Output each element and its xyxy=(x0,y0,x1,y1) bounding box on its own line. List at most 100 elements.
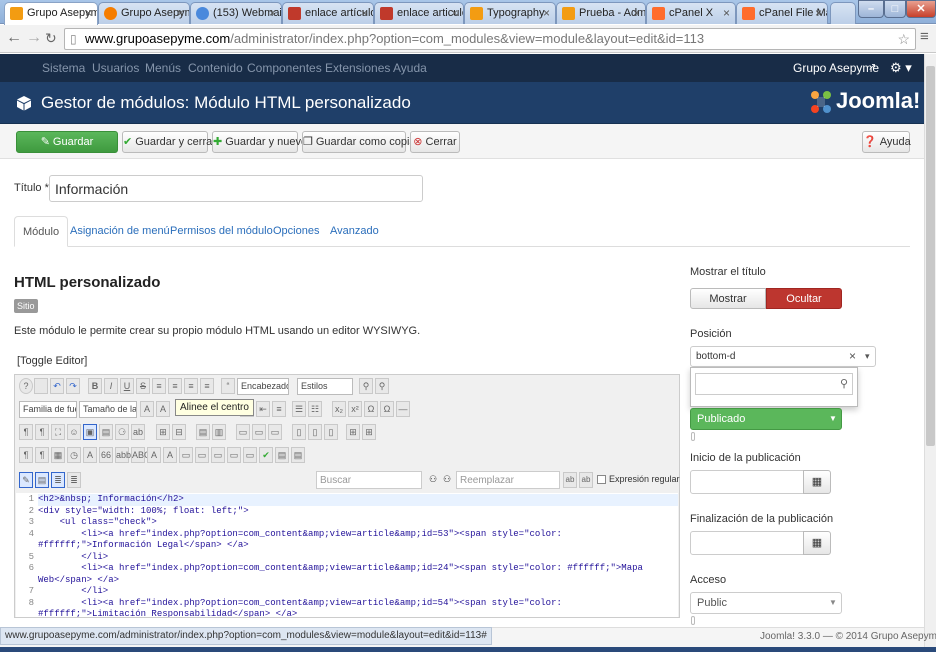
forward-arrow-icon[interactable]: → xyxy=(26,29,42,47)
tab-permisos[interactable]: Permisos del módulo xyxy=(162,216,281,247)
delete-row-icon[interactable]: ▭ xyxy=(268,424,282,440)
nav-ayuda[interactable]: Ayuda xyxy=(393,61,427,75)
unlink-icon[interactable]: ⚲ xyxy=(375,378,389,394)
browser-tab-8[interactable]: cPanel X × xyxy=(646,2,736,24)
undo-icon[interactable]: ↶ xyxy=(50,378,64,394)
align-justify-icon[interactable]: ≡ xyxy=(200,378,214,394)
close-icon[interactable]: × xyxy=(85,6,92,20)
row-after-icon[interactable]: ▭ xyxy=(252,424,266,440)
styles-select[interactable]: Estilos xyxy=(297,378,353,395)
del-icon[interactable]: A xyxy=(147,447,161,463)
italic-icon[interactable]: I xyxy=(104,378,118,394)
wrap-icon[interactable]: ≣ xyxy=(51,472,65,488)
access-select[interactable]: Public ▼ xyxy=(690,592,842,614)
ins-icon[interactable]: ABC xyxy=(131,447,151,463)
nav-componentes[interactable]: Componentes xyxy=(247,61,322,75)
outdent-icon[interactable]: ⇤ xyxy=(256,401,270,417)
font-family-select[interactable]: Familia de fuen xyxy=(19,401,77,418)
publish-start-input[interactable] xyxy=(690,470,804,494)
align-right-icon[interactable]: ≡ xyxy=(184,378,198,394)
gear-icon[interactable]: ⚙ ▾ xyxy=(890,60,912,76)
code-search-input[interactable]: Buscar xyxy=(316,471,422,489)
row-props-icon[interactable]: ▤ xyxy=(196,424,210,440)
link-icon[interactable]: ⚲ xyxy=(359,378,373,394)
search-binoculars-icon[interactable]: ⚇ xyxy=(426,472,440,488)
text-color-icon[interactable]: A xyxy=(140,401,154,417)
backward-layer-icon[interactable]: ▭ xyxy=(227,447,241,463)
bold-icon[interactable]: B xyxy=(88,378,102,394)
col-after-icon[interactable]: ▯ xyxy=(308,424,322,440)
toggle-editor-link[interactable]: [Toggle Editor] xyxy=(17,355,87,367)
forward-layer-icon[interactable]: ▭ xyxy=(211,447,225,463)
close-icon[interactable]: × xyxy=(177,6,184,20)
table-icon[interactable]: ⊞ xyxy=(156,424,170,440)
align-left-icon[interactable]: ≡ xyxy=(152,378,166,394)
help-button[interactable]: ❓ Ayuda xyxy=(862,131,911,153)
help-icon[interactable]: ? xyxy=(19,378,33,394)
browser-tab-9[interactable]: cPanel File Ma × xyxy=(736,2,828,24)
omega-icon[interactable]: Ω xyxy=(380,401,394,417)
visual-aid-icon[interactable]: ▭ xyxy=(179,447,193,463)
format-icon[interactable]: ≣ xyxy=(67,472,81,488)
maximize-button[interactable]: □ xyxy=(884,0,906,18)
superscript-icon[interactable]: x² xyxy=(348,401,362,417)
publish-end-input[interactable] xyxy=(690,531,804,555)
subscript-icon[interactable]: x₂ xyxy=(332,401,346,417)
save-new-button[interactable]: ✚ Guardar y nuevo xyxy=(212,131,307,153)
tab-avanzado[interactable]: Avanzado xyxy=(322,216,387,247)
blockquote-icon[interactable]: “ xyxy=(221,378,235,394)
split-cells-icon[interactable]: ⊞ xyxy=(362,424,376,440)
replace-all-icon[interactable]: ab xyxy=(579,472,593,488)
insert-date-icon[interactable]: ▦ xyxy=(51,447,65,463)
close-icon[interactable]: × xyxy=(723,6,730,20)
publish-end-calendar-button[interactable]: ▦ xyxy=(803,531,831,555)
layer-icon[interactable]: ▭ xyxy=(195,447,209,463)
bookmark-star-icon[interactable]: ☆ xyxy=(897,29,910,49)
code-view-icon[interactable]: ▤ xyxy=(35,472,49,488)
nav-extensiones[interactable]: Extensiones xyxy=(325,61,390,75)
position-search-input[interactable]: ⚲ xyxy=(695,373,853,395)
nonbreaking-icon[interactable]: ¶ xyxy=(19,447,33,463)
close-icon[interactable]: × xyxy=(269,6,276,20)
numbered-list-icon[interactable]: ☷ xyxy=(308,401,322,417)
close-button[interactable]: ⊗ Cerrar xyxy=(410,131,460,153)
nav-usuarios[interactable]: Usuarios xyxy=(92,61,139,75)
close-icon[interactable]: × xyxy=(451,6,458,20)
abbr-icon[interactable]: A xyxy=(83,447,97,463)
back-arrow-icon[interactable]: ← xyxy=(6,29,22,47)
insert-time-icon[interactable]: ◷ xyxy=(67,447,81,463)
nav-menus[interactable]: Menús xyxy=(145,61,181,75)
heading-select[interactable]: Encabezado 2 xyxy=(237,378,289,395)
bullet-list-icon[interactable]: ☰ xyxy=(292,401,306,417)
code-area[interactable]: 1 <h2>&nbsp; Información</h2> 2 <div sty… xyxy=(16,493,678,617)
menu-icon[interactable]: ≡ xyxy=(920,28,929,45)
font-size-select[interactable]: Tamaño de la f xyxy=(79,401,137,418)
window-close-button[interactable]: ✕ xyxy=(906,0,936,18)
cite-icon[interactable]: abbr xyxy=(115,447,134,463)
background-color-icon[interactable]: A xyxy=(156,401,170,417)
save-copy-button[interactable]: ❐ Guardar como copia xyxy=(302,131,416,153)
media-icon[interactable]: ▤ xyxy=(99,424,113,440)
strikethrough-icon[interactable]: S xyxy=(136,378,150,394)
acronym-icon[interactable]: 66 xyxy=(99,447,113,463)
browser-tab-4[interactable]: enlace artículo × xyxy=(282,2,374,24)
browser-tab-6[interactable]: Typography × xyxy=(464,2,556,24)
site-name-link[interactable]: Grupo Asepyme xyxy=(793,61,879,75)
minimize-button[interactable]: – xyxy=(858,0,884,18)
browser-tab-5[interactable]: enlace articulo × xyxy=(374,2,464,24)
nav-contenido[interactable]: Contenido xyxy=(188,61,243,75)
redo-icon[interactable]: ↷ xyxy=(66,378,80,394)
status-select[interactable]: Publicado ▼ xyxy=(690,408,842,430)
merge-cells-icon[interactable]: ⊞ xyxy=(346,424,360,440)
clear-icon[interactable]: × xyxy=(849,349,856,363)
reload-icon[interactable]: ↻ xyxy=(45,30,57,47)
edit-pencil-icon[interactable]: ✎ xyxy=(19,472,33,488)
align-center-icon[interactable]: ≡ xyxy=(272,401,286,417)
cell-props-icon[interactable]: ▥ xyxy=(212,424,226,440)
show-title-button[interactable]: Mostrar xyxy=(690,288,766,309)
title-input[interactable]: Información xyxy=(49,175,423,202)
browser-tab-2[interactable]: Grupo Asepyme × xyxy=(98,2,190,24)
pagebreak-icon[interactable]: ¶ xyxy=(35,447,49,463)
new-document-icon[interactable] xyxy=(34,378,48,394)
replace-icon[interactable]: ab xyxy=(131,424,145,440)
